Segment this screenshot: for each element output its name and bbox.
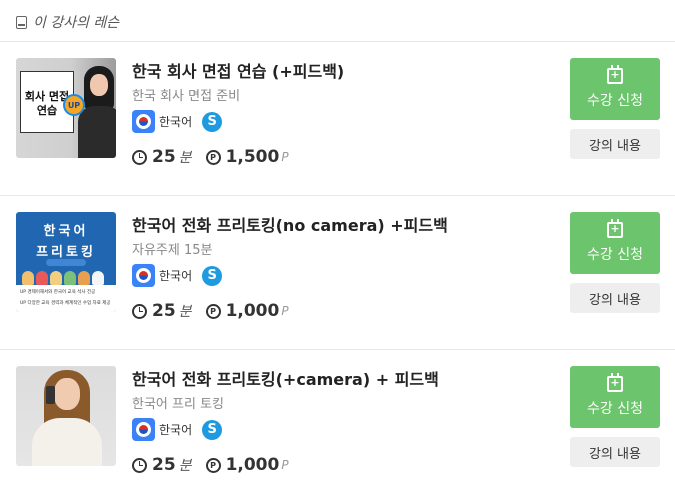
thumbnail-pill [46,259,86,266]
calendar-plus-icon [607,65,623,84]
korean-flag-icon [132,264,155,287]
lesson-title[interactable]: 한국 회사 면접 연습 (+피드백) [132,58,344,82]
up-badge: UP [63,94,85,116]
lesson-thumbnail[interactable]: 한국어 프리토킹 UP 경제이해서와 한국어 교육 석사 전공 UP 다양한 교… [16,212,116,312]
enroll-button-label: 수강 신청 [587,401,643,417]
lesson-languages: 한국어 S [132,264,223,287]
calendar-plus-icon [607,219,623,238]
skype-icon: S [202,265,223,286]
price-unit: P [281,150,289,164]
lesson-duration: 25 [152,301,176,321]
lesson-subtitle: 한국어 프리 토킹 [132,397,224,412]
calendar-plus-icon [607,373,623,392]
lesson-item[interactable]: 한국어 프리토킹 UP 경제이해서와 한국어 교육 석사 전공 UP 다양한 교… [0,212,675,342]
language-label: 한국어 [159,269,193,283]
lesson-duration: 25 [152,147,176,167]
section-title: 이 강사의 레슨 [33,15,120,31]
enroll-button[interactable]: 수강 신청 [570,366,660,428]
korean-flag-icon [132,110,155,133]
lesson-title[interactable]: 한국어 전화 프리토킹(+camera) + 피드백 [132,366,439,390]
lesson-subtitle: 자유주제 15분 [132,243,213,258]
enroll-button[interactable]: 수강 신청 [570,212,660,274]
divider [0,195,675,196]
clock-icon [132,457,147,473]
thumbnail-note: UP 경제이해서와 한국어 교육 석사 전공 [20,290,96,295]
language-label: 한국어 [159,115,193,129]
price-unit: P [281,458,289,472]
lesson-item[interactable]: 회사 면접 연습 UP 한국 회사 면접 연습 (+피드백) 한국 회사 면접 … [0,58,675,188]
divider [0,41,675,42]
thumbnail-heading: 프리토킹 [36,245,96,260]
duration-unit: 분 [178,304,192,320]
thumbnail-illustration [20,267,112,285]
lesson-title[interactable]: 한국어 전화 프리토킹(no camera) +피드백 [132,212,448,236]
lesson-thumbnail[interactable] [16,366,116,466]
lesson-meta: 25 분 P 1,000 P [132,455,289,475]
duration-unit: 분 [178,458,192,474]
skype-icon: S [202,419,223,440]
section-header: 이 강사의 레슨 [16,11,119,33]
point-coin-icon: P [205,149,221,165]
duration-unit: 분 [178,150,192,166]
enroll-button[interactable]: 수강 신청 [570,58,660,120]
lesson-detail-button[interactable]: 강의 내용 [570,283,660,313]
lesson-thumbnail[interactable]: 회사 면접 연습 UP [16,58,116,158]
lesson-duration: 25 [152,455,176,475]
point-coin-icon: P [205,457,221,473]
lesson-detail-button[interactable]: 강의 내용 [570,437,660,467]
lesson-detail-button[interactable]: 강의 내용 [570,129,660,159]
thumbnail-note: UP 다양한 교육 경력과 체계적인 수업 자료 제공 [20,301,111,306]
divider [0,349,675,350]
lesson-price: 1,500 [225,147,280,167]
phone-icon [46,386,55,404]
enroll-button-label: 수강 신청 [587,93,643,109]
thumbnail-heading: 한국어 [43,224,89,239]
language-label: 한국어 [159,423,193,437]
lesson-subtitle: 한국 회사 면접 준비 [132,89,241,104]
skype-icon: S [202,111,223,132]
clock-icon [132,303,147,319]
lesson-price: 1,000 [225,301,280,321]
point-coin-icon: P [205,303,221,319]
book-icon [16,15,27,29]
lesson-meta: 25 분 P 1,000 P [132,301,289,321]
thumbnail-notes: UP 경제이해서와 한국어 교육 석사 전공 UP 다양한 교육 경력과 체계적… [16,285,116,312]
price-unit: P [281,304,289,318]
clock-icon [132,149,147,165]
lesson-price: 1,000 [225,455,280,475]
enroll-button-label: 수강 신청 [587,247,643,263]
lesson-item[interactable]: 한국어 전화 프리토킹(+camera) + 피드백 한국어 프리 토킹 한국어… [0,366,675,496]
lesson-meta: 25 분 P 1,500 P [132,147,289,167]
korean-flag-icon [132,418,155,441]
lesson-languages: 한국어 S [132,418,223,441]
lesson-languages: 한국어 S [132,110,223,133]
